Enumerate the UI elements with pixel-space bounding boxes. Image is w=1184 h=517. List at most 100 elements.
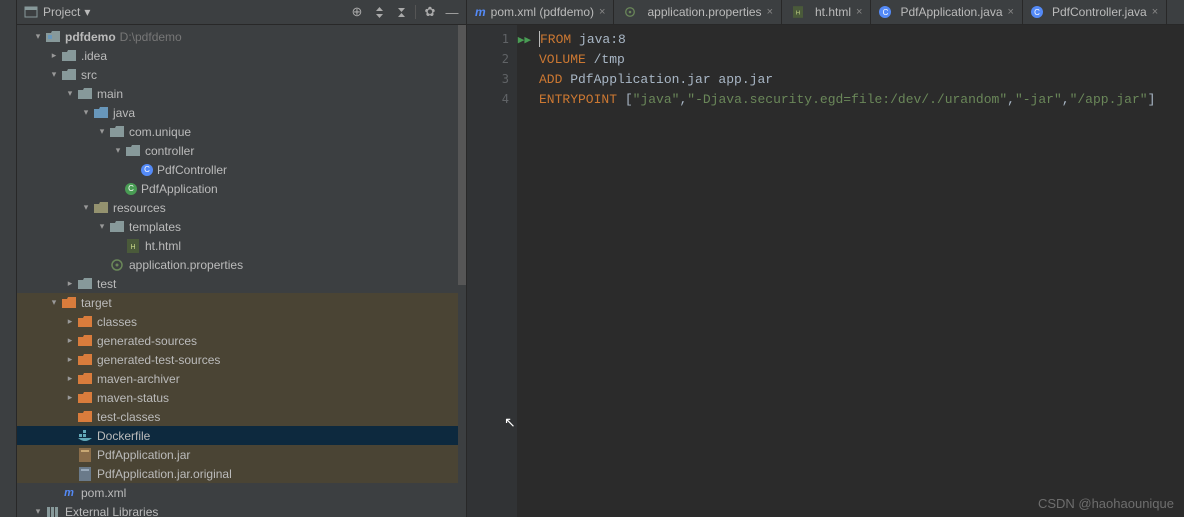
- properties-file-icon: [622, 5, 638, 19]
- code-line[interactable]: FROM java:8: [539, 29, 1184, 49]
- tree-label: test: [97, 277, 116, 291]
- editor-tabs: m pom.xml (pdfdemo) × application.proper…: [467, 0, 1184, 25]
- tree-item-pdfcontroller[interactable]: ▸ C PdfController: [17, 160, 466, 179]
- tool-window-stripe-left[interactable]: [0, 0, 17, 517]
- hide-icon[interactable]: —: [444, 4, 460, 20]
- tree-item-test[interactable]: ▸ test: [17, 274, 466, 293]
- close-icon[interactable]: ×: [856, 6, 862, 18]
- expand-all-icon[interactable]: [371, 4, 387, 20]
- tree-item-classes[interactable]: ▸ classes: [17, 312, 466, 331]
- gear-icon[interactable]: ✿: [422, 4, 438, 20]
- close-icon[interactable]: ×: [767, 6, 773, 18]
- close-icon[interactable]: ×: [1152, 6, 1158, 18]
- tree-item-controller[interactable]: ▾ controller: [17, 141, 466, 160]
- maven-file-icon: m: [61, 486, 77, 500]
- tree-item-pomxml[interactable]: ▸ m pom.xml: [17, 483, 466, 502]
- tree-label: PdfApplication.jar: [97, 448, 190, 462]
- chevron-down-icon[interactable]: ▾: [97, 222, 107, 232]
- tree-root[interactable]: ▾ pdfdemo D:\pdfdemo: [17, 27, 466, 46]
- tree-label: target: [81, 296, 112, 310]
- chevron-right-icon[interactable]: ▸: [49, 51, 59, 61]
- code-line[interactable]: VOLUME /tmp: [539, 49, 1184, 69]
- gutter-line-3[interactable]: 3: [467, 69, 517, 89]
- gutter-line-2[interactable]: 2: [467, 49, 517, 69]
- tree-item-mvnstat[interactable]: ▸ maven-status: [17, 388, 466, 407]
- chevron-down-icon[interactable]: ▾: [81, 108, 91, 118]
- chevron-right-icon[interactable]: ▸: [65, 336, 75, 346]
- close-icon[interactable]: ×: [1008, 6, 1014, 18]
- code-line[interactable]: ENTRYPOINT ["java","-Djava.security.egd=…: [539, 89, 1184, 109]
- chevron-right-icon[interactable]: ▸: [65, 355, 75, 365]
- chevron-down-icon[interactable]: ▾: [97, 127, 107, 137]
- tree-item-main[interactable]: ▾ main: [17, 84, 466, 103]
- html-file-icon: H: [125, 239, 141, 253]
- class-icon: C: [141, 164, 153, 176]
- tab-label: pom.xml (pdfdemo): [491, 5, 594, 19]
- tree-item-testclasses[interactable]: ▸ test-classes: [17, 407, 466, 426]
- gutter-line-4[interactable]: 4: [467, 89, 517, 109]
- tree-label: resources: [113, 201, 166, 215]
- tree-label: test-classes: [97, 410, 160, 424]
- tree-scrollbar[interactable]: [458, 25, 466, 517]
- folder-icon: [109, 220, 125, 234]
- folder-icon: [77, 277, 93, 291]
- tree-item-resources[interactable]: ▾ resources: [17, 198, 466, 217]
- editor-content[interactable]: FROM java:8 VOLUME /tmp ADD PdfApplicati…: [517, 25, 1184, 517]
- tree-label: PdfController: [157, 163, 227, 177]
- tree-item-gensrc[interactable]: ▸ generated-sources: [17, 331, 466, 350]
- chevron-right-icon[interactable]: ▸: [65, 393, 75, 403]
- locate-icon[interactable]: ⊕: [349, 4, 365, 20]
- tree-item-gentest[interactable]: ▸ generated-test-sources: [17, 350, 466, 369]
- tree-label: src: [81, 68, 97, 82]
- folder-icon: [77, 87, 93, 101]
- tree-label: PdfApplication: [141, 182, 218, 196]
- chevron-right-icon[interactable]: ▸: [65, 374, 75, 384]
- collapse-all-icon[interactable]: [393, 4, 409, 20]
- chevron-down-icon[interactable]: ▾: [113, 146, 123, 156]
- excluded-folder-icon: [77, 353, 93, 367]
- tab-pdfcontroller[interactable]: C PdfController.java ×: [1023, 0, 1167, 24]
- tree-item-src[interactable]: ▾ src: [17, 65, 466, 84]
- tree-item-java[interactable]: ▾ java: [17, 103, 466, 122]
- chevron-right-icon[interactable]: ▸: [65, 317, 75, 327]
- code-line[interactable]: ADD PdfApplication.jar app.jar: [539, 69, 1184, 89]
- source-folder-icon: [93, 106, 109, 120]
- tree-item-package[interactable]: ▾ com.unique: [17, 122, 466, 141]
- editor-gutter[interactable]: 1 ▶▶ 2 3 4: [467, 25, 517, 517]
- tree-item-appprops[interactable]: ▸ application.properties: [17, 255, 466, 274]
- project-view-dropdown[interactable]: Project ▾: [43, 5, 90, 19]
- tree-item-appjarorig[interactable]: ▸ PdfApplication.jar.original: [17, 464, 466, 483]
- tree-item-extlibs[interactable]: ▾ External Libraries: [17, 502, 466, 517]
- tree-item-target[interactable]: ▾ target: [17, 293, 466, 312]
- tree-item-idea[interactable]: ▸ .idea: [17, 46, 466, 65]
- gutter-line-1[interactable]: 1 ▶▶: [467, 29, 517, 49]
- project-tree[interactable]: ▾ pdfdemo D:\pdfdemo ▸ .idea ▾ src: [17, 25, 466, 517]
- tab-pomxml[interactable]: m pom.xml (pdfdemo) ×: [467, 0, 614, 24]
- chevron-down-icon[interactable]: ▾: [49, 70, 59, 80]
- tree-item-hthtml[interactable]: ▸ H ht.html: [17, 236, 466, 255]
- chevron-down-icon[interactable]: ▾: [33, 32, 43, 42]
- tree-item-mvnarch[interactable]: ▸ maven-archiver: [17, 369, 466, 388]
- run-gutter-icon[interactable]: ▶▶: [518, 33, 531, 46]
- tree-label: templates: [129, 220, 181, 234]
- tab-appprops[interactable]: application.properties ×: [614, 0, 782, 24]
- close-icon[interactable]: ×: [599, 6, 605, 18]
- tree-label: maven-archiver: [97, 372, 180, 386]
- tree-item-appjar[interactable]: ▸ PdfApplication.jar: [17, 445, 466, 464]
- package-icon: [125, 144, 141, 158]
- chevron-right-icon[interactable]: ▸: [65, 279, 75, 289]
- tree-label: PdfApplication.jar.original: [97, 467, 232, 481]
- tree-label: java: [113, 106, 135, 120]
- tree-item-dockerfile[interactable]: ▸ Dockerfile: [17, 426, 466, 445]
- tree-item-pdfapplication[interactable]: ▸ C PdfApplication: [17, 179, 466, 198]
- tree-label: application.properties: [129, 258, 243, 272]
- tree-item-templates[interactable]: ▾ templates: [17, 217, 466, 236]
- chevron-down-icon[interactable]: ▾: [81, 203, 91, 213]
- chevron-down-icon[interactable]: ▾: [49, 298, 59, 308]
- tab-hthtml[interactable]: H ht.html ×: [782, 0, 871, 24]
- chevron-down-icon[interactable]: ▾: [33, 507, 43, 517]
- module-folder-icon: [45, 30, 61, 44]
- tab-pdfapplication[interactable]: C PdfApplication.java ×: [871, 0, 1023, 24]
- chevron-down-icon[interactable]: ▾: [65, 89, 75, 99]
- tree-scrollbar-thumb[interactable]: [458, 25, 466, 285]
